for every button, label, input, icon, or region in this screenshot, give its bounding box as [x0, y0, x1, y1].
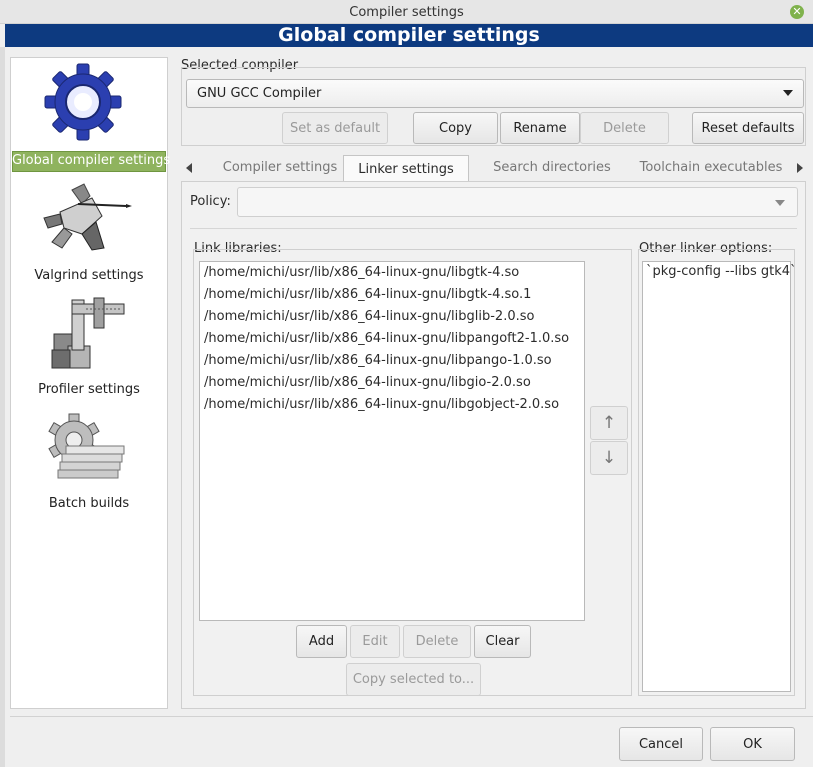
background-strip	[0, 47, 5, 767]
tab-compiler-settings[interactable]: Compiler settings	[214, 155, 346, 180]
tab-scroll-right-icon[interactable]	[797, 163, 803, 173]
list-item[interactable]: /home/michi/usr/lib/x86_64-linux-gnu/lib…	[204, 287, 531, 302]
list-item[interactable]: /home/michi/usr/lib/x86_64-linux-gnu/lib…	[204, 309, 534, 324]
set-as-default-button[interactable]: Set as default	[282, 112, 388, 144]
edit-button[interactable]: Edit	[350, 625, 400, 658]
sidebar-item-label: Valgrind settings	[34, 268, 144, 283]
title-bar[interactable]: Compiler settings ✕	[0, 0, 813, 24]
list-item[interactable]: /home/michi/usr/lib/x86_64-linux-gnu/lib…	[204, 353, 552, 368]
banner-title: Global compiler settings	[278, 24, 540, 46]
sidebar-item-label: Global compiler settings	[12, 153, 171, 168]
clear-button[interactable]: Clear	[474, 625, 531, 658]
chevron-down-icon	[783, 90, 793, 96]
tab-linker-settings[interactable]: Linker settings	[343, 155, 469, 182]
tab-toolchain-executables[interactable]: Toolchain executables	[636, 155, 786, 180]
policy-label: Policy:	[190, 194, 231, 209]
rename-button[interactable]: Rename	[500, 112, 580, 144]
tab-search-directories[interactable]: Search directories	[484, 155, 620, 180]
gear-stack-icon	[46, 412, 130, 482]
list-item[interactable]: /home/michi/usr/lib/x86_64-linux-gnu/lib…	[204, 375, 531, 390]
sidebar-item-label: Batch builds	[48, 496, 130, 511]
ok-button[interactable]: OK	[710, 727, 795, 761]
sidebar-item-profiler[interactable]: Profiler settings	[12, 290, 166, 402]
chevron-down-icon	[775, 200, 785, 206]
settings-banner: Global compiler settings	[5, 24, 813, 47]
list-item[interactable]: /home/michi/usr/lib/x86_64-linux-gnu/lib…	[204, 397, 559, 412]
cancel-button[interactable]: Cancel	[619, 727, 703, 761]
other-linker-options-textarea[interactable]: `pkg-config --libs gtk4`	[642, 261, 797, 692]
delete-compiler-button[interactable]: Delete	[580, 112, 669, 144]
sidebar-item-valgrind[interactable]: Valgrind settings	[12, 176, 166, 288]
move-down-button[interactable]: ↓	[590, 441, 628, 475]
gear-icon	[43, 62, 123, 142]
move-up-button[interactable]: ↑	[590, 406, 628, 440]
reset-defaults-button[interactable]: Reset defaults	[692, 112, 804, 144]
delete-library-button[interactable]: Delete	[403, 625, 471, 658]
window-title: Compiler settings	[349, 5, 464, 20]
caliper-icon	[50, 294, 130, 370]
sidebar-item-label: Profiler settings	[38, 382, 140, 397]
sidebar-item-global-compiler[interactable]: Global compiler settings	[12, 60, 171, 174]
copy-button[interactable]: Copy	[413, 112, 498, 144]
copy-selected-button[interactable]: Copy selected to...	[346, 663, 481, 696]
other-linker-options-value: `pkg-config --libs gtk4`	[646, 264, 797, 279]
footer-divider	[10, 716, 813, 717]
compiler-dropdown[interactable]: GNU GCC Compiler	[186, 79, 804, 108]
policy-dropdown[interactable]	[237, 187, 798, 217]
list-item[interactable]: /home/michi/usr/lib/x86_64-linux-gnu/lib…	[204, 265, 519, 280]
close-icon[interactable]: ✕	[790, 5, 804, 19]
arrow-down-icon: ↓	[601, 448, 617, 468]
arrow-up-icon: ↑	[601, 413, 617, 433]
list-item[interactable]: /home/michi/usr/lib/x86_64-linux-gnu/lib…	[204, 331, 569, 346]
sidebar-item-batch-builds[interactable]: Batch builds	[12, 404, 166, 516]
knight-icon	[42, 178, 132, 254]
add-button[interactable]: Add	[296, 625, 347, 658]
tab-scroll-left-icon[interactable]	[186, 163, 192, 173]
divider	[190, 228, 797, 229]
compiler-dropdown-value: GNU GCC Compiler	[197, 86, 322, 101]
